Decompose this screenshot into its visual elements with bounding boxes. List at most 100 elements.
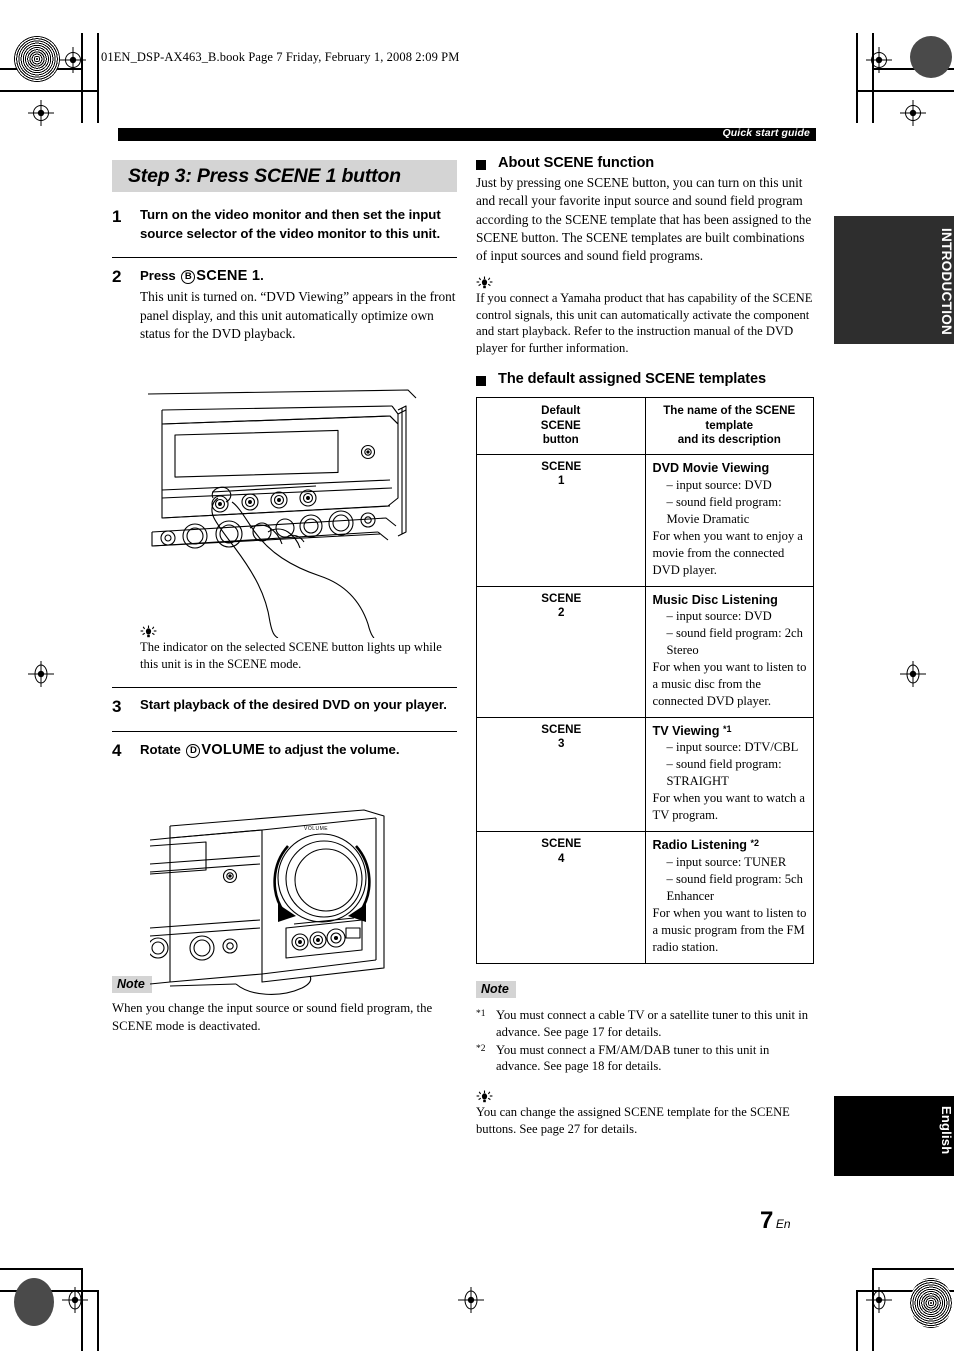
- footnote-mark-text: *1: [476, 1008, 486, 1019]
- circled-b-marker: B: [181, 270, 196, 285]
- template-bullet: – input source: TUNER: [666, 854, 787, 869]
- registration-mark: [28, 100, 54, 126]
- scene-button-line: 1: [558, 474, 565, 488]
- section-bullet-square-icon: [476, 376, 486, 387]
- template-bullet: – sound field program: 5ch Enhancer: [666, 871, 803, 903]
- template-bullet: – sound field program: STRAIGHT: [666, 757, 782, 789]
- scene-button-cell: SCENE 2: [476, 585, 646, 719]
- step-3: 3 Start playback of the desired DVD on y…: [112, 696, 457, 717]
- step-3-heading: Start playback of the desired DVD on you…: [140, 696, 447, 712]
- registration-mark: [900, 100, 926, 126]
- template-bullet: – input source: DVD: [666, 609, 772, 624]
- header-line: button: [542, 432, 579, 446]
- tip-text-change-template: You can change the assigned SCENE templa…: [476, 1105, 790, 1137]
- step-4-number: 4: [112, 741, 122, 761]
- step-4-heading-suffix: to adjust the volume.: [265, 742, 400, 758]
- tip-block-yamaha-scene-control: If you connect a Yamaha product that has…: [476, 276, 816, 358]
- step-2-heading-caps: SCENE 1: [196, 268, 261, 285]
- chapter-header-bar: Quick start guide: [118, 127, 816, 141]
- side-tab-introduction-label: INTRODUCTION: [939, 228, 954, 336]
- about-scene-body: Just by pressing one SCENE button, you c…: [476, 175, 812, 264]
- note-badge-left: Note: [112, 976, 152, 994]
- note-text-left: When you change the input source or soun…: [112, 1001, 433, 1033]
- crop-line: [856, 1290, 858, 1351]
- scene-button-line: 4: [558, 851, 565, 865]
- step-1: 1 Turn on the video monitor and then set…: [112, 206, 457, 243]
- step-3-number: 3: [112, 696, 122, 716]
- scene-button-line: SCENE: [541, 460, 582, 474]
- scene-button-cell: SCENE 1: [476, 454, 646, 587]
- registration-mark: [458, 1287, 484, 1313]
- tip-bulb-icon: [476, 1090, 816, 1103]
- registration-mark: [62, 1287, 88, 1313]
- scene-button-line: 3: [558, 737, 565, 751]
- circled-d-marker: D: [186, 744, 201, 759]
- footnote-row: *2 You must connect a FM/AM/DAB tuner to…: [476, 1042, 816, 1076]
- crop-line: [872, 1268, 954, 1270]
- scene-button-line: SCENE: [541, 837, 582, 851]
- note-block-right: Note *1 You must connect a cable TV or a…: [476, 980, 816, 1076]
- template-bullet: – input source: DVD: [666, 477, 772, 492]
- footnote-mark: *2: [476, 1042, 496, 1076]
- step-2-number: 2: [112, 267, 122, 287]
- footnote-list: *1 You must connect a cable TV or a sate…: [476, 1007, 816, 1076]
- registration-mark: [866, 47, 892, 73]
- registration-mark: [60, 47, 86, 73]
- crop-line: [0, 90, 98, 92]
- header-line: SCENE: [540, 418, 581, 432]
- side-tab-introduction[interactable]: INTRODUCTION: [834, 216, 954, 344]
- footnote-mark: *1: [476, 1007, 496, 1041]
- halftone-dot: [910, 36, 952, 78]
- side-tab-english[interactable]: English: [834, 1096, 954, 1176]
- template-bullet: – sound field program: Movie Dramatic: [666, 494, 782, 526]
- crop-line: [97, 1290, 99, 1351]
- step-4-heading: Rotate D VOLUME to adjust the volume.: [140, 740, 457, 761]
- step-2-heading: Press B SCENE 1.: [140, 266, 457, 287]
- scene-template-cell: Music Disc Listening – input source: DVD…: [644, 585, 814, 719]
- halftone-dot: [14, 1278, 54, 1326]
- step-2-description: This unit is turned on. “DVD Viewing” ap…: [140, 289, 456, 341]
- template-name-text: Music Disc Listening: [652, 592, 778, 607]
- tip-text-scene-indicator: The indicator on the selected SCENE butt…: [140, 640, 442, 672]
- step-title-banner: Step 3: Press SCENE 1 button: [112, 160, 457, 192]
- table-row: SCENE 2 Music Disc Listening – input sou…: [476, 585, 814, 719]
- halftone-dot: [910, 1278, 952, 1328]
- step-2-heading-suffix: .: [260, 268, 264, 284]
- scene-button-line: SCENE: [541, 591, 582, 605]
- halftone-dot: [14, 36, 60, 82]
- template-name-text: DVD Movie Viewing: [652, 461, 770, 476]
- table-header-template-name-description: The name of the SCENE template and its d…: [644, 397, 814, 456]
- illustration-volume-knob: VOLUME: [147, 808, 400, 1005]
- tip-block-change-template: You can change the assigned SCENE templa…: [476, 1090, 816, 1138]
- scene-template-cell: DVD Movie Viewing – input source: DVD – …: [644, 454, 814, 587]
- template-description: For when you want to listen to a music p…: [652, 905, 807, 954]
- scene-template-cell: Radio Listening *2 – input source: TUNER…: [644, 831, 814, 964]
- divider: [112, 731, 457, 733]
- crop-line: [0, 1268, 82, 1270]
- tip-bulb-icon: [476, 276, 816, 289]
- table-row: SCENE 4 Radio Listening *2 – input sourc…: [476, 831, 814, 964]
- footnote-mark-text: *2: [476, 1043, 486, 1054]
- template-name-text: TV Viewing: [652, 724, 723, 739]
- right-column: About SCENE function Just by pressing on…: [476, 155, 816, 1138]
- scene-templates-table: Default SCENE button The name of the SCE…: [476, 397, 814, 964]
- table-row: SCENE 3 TV Viewing *1 – input source: DT…: [476, 717, 814, 833]
- crop-line: [856, 90, 954, 92]
- step-2-heading-prefix: Press: [140, 268, 180, 284]
- header-line: The name of the SCENE template: [663, 404, 796, 432]
- section-heading-default-templates: The default assigned SCENE templates: [476, 371, 816, 387]
- step-4: 4 Rotate D VOLUME to adjust the volume.: [112, 740, 457, 761]
- footnote-text: You must connect a cable TV or a satelli…: [496, 1007, 808, 1039]
- section-heading-about-scene-label: About SCENE function: [498, 155, 655, 171]
- page-number: 7 En: [760, 1207, 791, 1235]
- step-2: 2 Press B SCENE 1. This unit is turned on…: [112, 266, 457, 343]
- tip-text-yamaha-scene-control: If you connect a Yamaha product that has…: [476, 290, 813, 356]
- scene-button-cell: SCENE 4: [476, 831, 646, 964]
- divider: [112, 686, 457, 688]
- book-filename-header: 01EN_DSP-AX463_B.book Page 7 Friday, Feb…: [101, 50, 460, 64]
- side-tab-english-label: English: [939, 1106, 954, 1155]
- step-4-heading-prefix: Rotate: [140, 742, 185, 758]
- header-line: Default: [541, 404, 581, 418]
- note-badge-right: Note: [476, 980, 516, 998]
- crop-line: [97, 33, 99, 123]
